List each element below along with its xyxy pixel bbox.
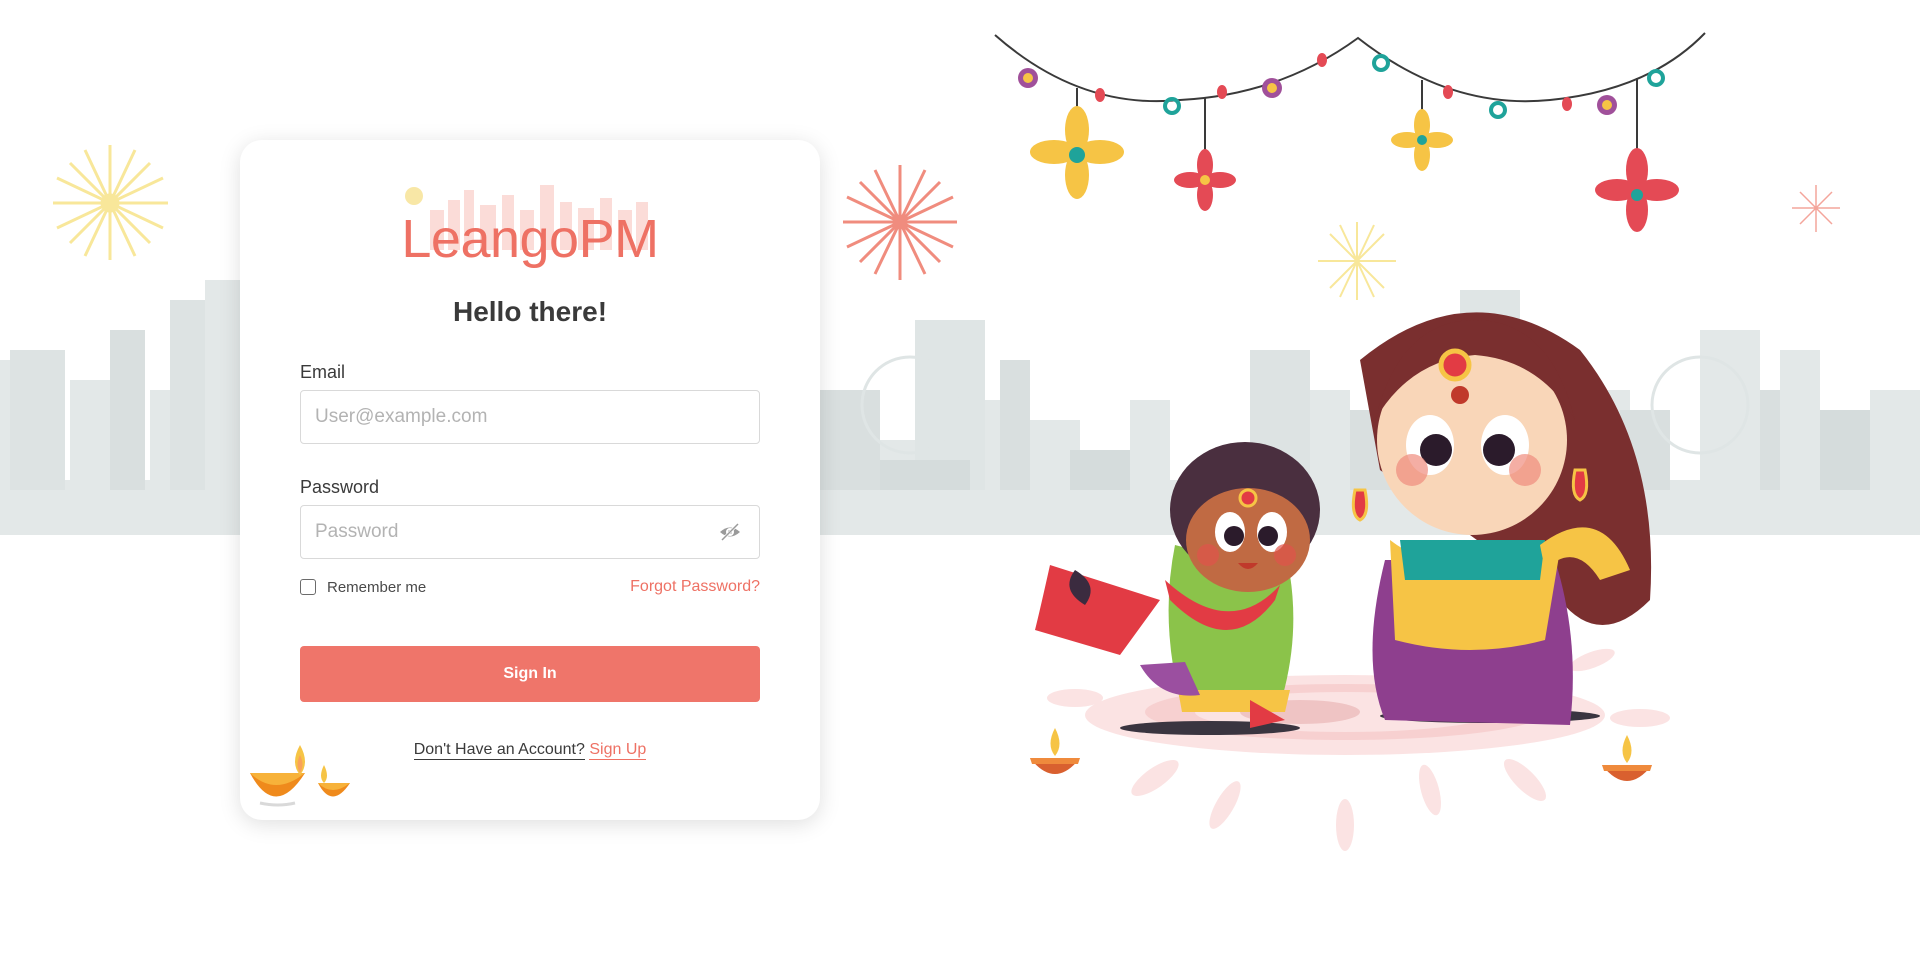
diya-lamp-icon: [1030, 728, 1080, 774]
remember-me-label[interactable]: Remember me: [327, 579, 426, 596]
forgot-password-link[interactable]: Forgot Password?: [630, 578, 760, 596]
greeting-heading: Hello there!: [452, 296, 608, 327]
firework-icon: [1318, 222, 1396, 300]
garland-icon: [994, 32, 1706, 232]
diya-lamp-icon: [250, 745, 350, 807]
remember-me-row: Remember me: [300, 577, 426, 597]
login-card: LeangoPM Hello there! Email Password Rem…: [240, 140, 820, 820]
eye-slash-icon[interactable]: [718, 521, 742, 543]
sign-in-button[interactable]: Sign In: [300, 646, 760, 702]
diya-lamp-icon: [1602, 735, 1652, 781]
signup-prompt: Don't Have an Account?: [413, 741, 585, 760]
firework-icon: [1792, 185, 1840, 232]
firework-icon: [843, 165, 957, 280]
email-field[interactable]: [300, 390, 760, 444]
sign-up-link[interactable]: Sign Up: [589, 741, 647, 760]
brand-name: LeangoPM: [401, 209, 659, 269]
rangoli-icon: [1047, 648, 1670, 851]
brand-logo: LeangoPM: [240, 180, 820, 270]
password-label: Password: [300, 477, 380, 497]
remember-me-checkbox[interactable]: [300, 579, 316, 595]
password-field[interactable]: [300, 505, 760, 559]
email-label: Email: [300, 362, 346, 382]
firework-icon: [53, 145, 168, 260]
